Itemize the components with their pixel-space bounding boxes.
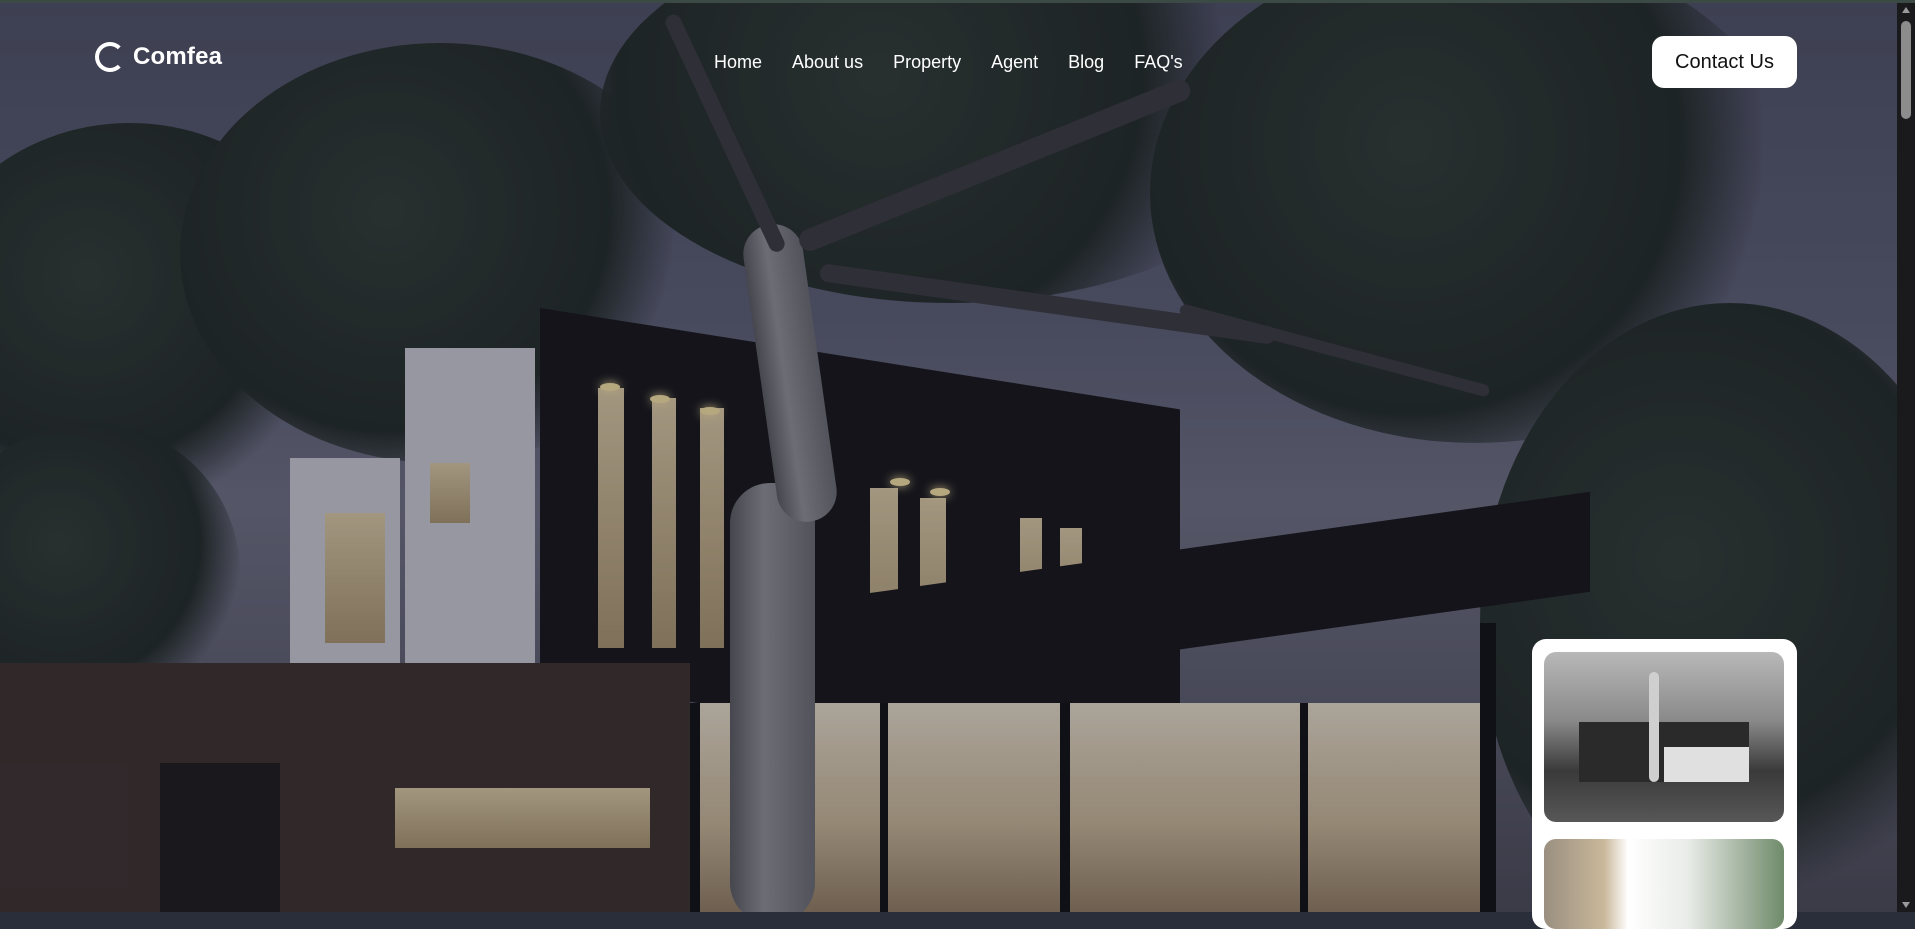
brand-name: Comfea <box>133 43 223 70</box>
main-navigation: Home About us Property Agent Blog FAQ's <box>714 52 1183 73</box>
page-scrollbar[interactable] <box>1897 3 1915 912</box>
nav-link-blog[interactable]: Blog <box>1068 52 1104 73</box>
comfea-ring-logo-icon <box>95 42 125 72</box>
scroll-up-arrow-icon[interactable] <box>1902 7 1910 13</box>
nav-link-agent[interactable]: Agent <box>991 52 1038 73</box>
nav-link-home[interactable]: Home <box>714 52 762 73</box>
scrollbar-thumb[interactable] <box>1901 21 1911 119</box>
nav-link-about-us[interactable]: About us <box>792 52 863 73</box>
modern-house-bw-thumbnail[interactable] <box>1544 652 1784 822</box>
brand-logo[interactable]: Comfea <box>95 42 222 72</box>
interior-living-room-thumbnail[interactable] <box>1544 839 1784 929</box>
property-thumbnail-card <box>1532 639 1797 929</box>
scroll-down-arrow-icon[interactable] <box>1902 902 1910 908</box>
nav-link-property[interactable]: Property <box>893 52 961 73</box>
nav-link-faqs[interactable]: FAQ's <box>1134 52 1182 73</box>
contact-us-button[interactable]: Contact Us <box>1652 36 1797 88</box>
